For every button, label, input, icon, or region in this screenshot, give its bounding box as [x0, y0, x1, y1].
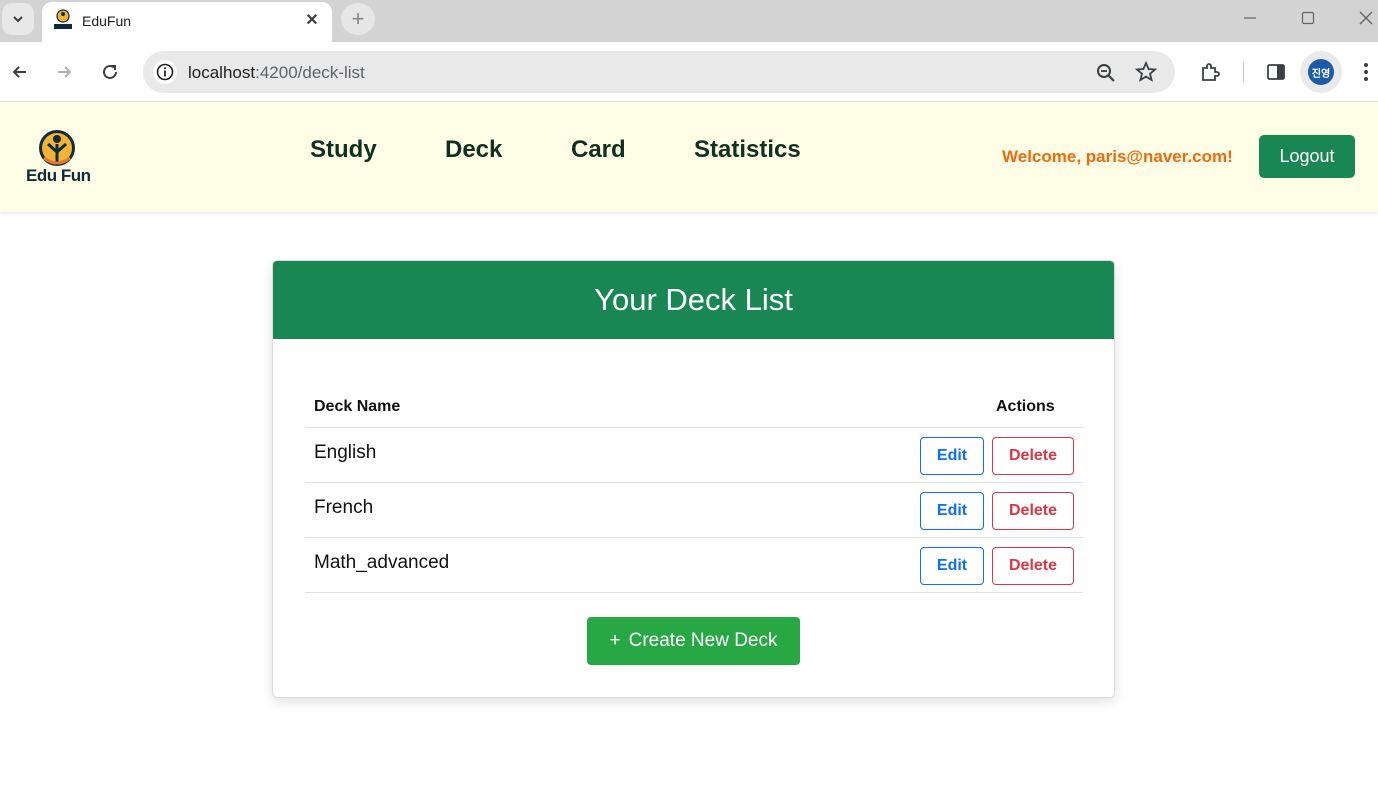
site-info-icon[interactable] — [153, 60, 177, 84]
extensions-icon[interactable] — [1197, 59, 1223, 85]
edufun-favicon-icon — [54, 9, 72, 29]
edit-button[interactable]: Edit — [920, 437, 984, 475]
create-new-deck-label: Create New Deck — [628, 630, 778, 651]
edit-button[interactable]: Edit — [920, 492, 984, 530]
window-maximize-icon[interactable] — [1296, 8, 1320, 28]
nav-study[interactable]: Study — [310, 136, 377, 164]
profile-button[interactable]: 진영 — [1300, 51, 1342, 93]
avatar: 진영 — [1308, 59, 1334, 85]
card-header: Your Deck List — [273, 261, 1114, 339]
table-row: French Edit Delete — [305, 483, 1083, 538]
edit-button[interactable]: Edit — [920, 547, 984, 585]
tab-search-button[interactable] — [2, 3, 34, 35]
forward-button[interactable] — [50, 58, 78, 86]
table-row: Math_advanced Edit Delete — [305, 538, 1083, 593]
deck-table: Deck Name Actions English Edit Delete Fr… — [305, 379, 1083, 593]
window-minimize-icon[interactable] — [1238, 8, 1262, 28]
deck-name: French — [314, 497, 374, 518]
edufun-logo[interactable]: Edu Fun — [24, 128, 91, 188]
app-header: Edu Fun Study Deck Card Statistics Welco… — [0, 102, 1378, 212]
url-text: localhost:4200/deck-list — [188, 63, 365, 82]
deck-list-card: Your Deck List Deck Name Actions English… — [272, 260, 1115, 698]
plus-icon: + — [609, 630, 621, 651]
chevron-down-icon — [13, 16, 23, 23]
more-menu-icon[interactable] — [1353, 59, 1378, 85]
reload-button[interactable] — [96, 58, 124, 86]
window-close-icon[interactable] — [1354, 8, 1378, 28]
table-header-row: Deck Name Actions — [305, 379, 1083, 428]
deck-name: Math_advanced — [314, 552, 450, 573]
table-row: English Edit Delete — [305, 428, 1083, 483]
delete-button[interactable]: Delete — [992, 492, 1074, 530]
tab-close-icon[interactable]: ✕ — [302, 10, 322, 30]
welcome-message: Welcome, paris@naver.com! — [1002, 147, 1233, 166]
arrow-right-icon — [58, 66, 72, 78]
nav-card[interactable]: Card — [571, 136, 626, 164]
browser-toolbar: localhost:4200/deck-list 진영 — [0, 42, 1378, 102]
create-new-deck-button[interactable]: + Create New Deck — [587, 617, 800, 665]
browser-tabstrip: EduFun ✕ + — [0, 0, 1378, 42]
toolbar-divider — [1243, 62, 1244, 82]
logo-text: Edu Fun — [26, 166, 91, 185]
tab-title: EduFun — [82, 13, 132, 29]
deck-name: English — [314, 442, 377, 463]
browser-tab-edufun[interactable]: EduFun ✕ — [42, 2, 332, 42]
logo-emblem-icon — [39, 130, 75, 166]
new-tab-button[interactable]: + — [341, 3, 375, 35]
bookmark-star-icon[interactable] — [1134, 60, 1158, 84]
delete-button[interactable]: Delete — [992, 547, 1074, 585]
reload-icon — [103, 64, 117, 79]
column-header-actions: Actions — [996, 398, 1055, 415]
arrow-left-icon — [12, 66, 26, 78]
address-bar[interactable]: localhost:4200/deck-list — [143, 51, 1175, 93]
side-panel-icon[interactable] — [1263, 59, 1289, 85]
nav-statistics[interactable]: Statistics — [694, 136, 801, 164]
page-title: Your Deck List — [594, 282, 793, 317]
logout-button[interactable]: Logout — [1259, 135, 1355, 178]
column-header-deck-name: Deck Name — [314, 398, 401, 415]
zoom-icon[interactable] — [1094, 61, 1118, 85]
nav-deck[interactable]: Deck — [445, 136, 502, 164]
back-button[interactable] — [6, 58, 34, 86]
delete-button[interactable]: Delete — [992, 437, 1074, 475]
